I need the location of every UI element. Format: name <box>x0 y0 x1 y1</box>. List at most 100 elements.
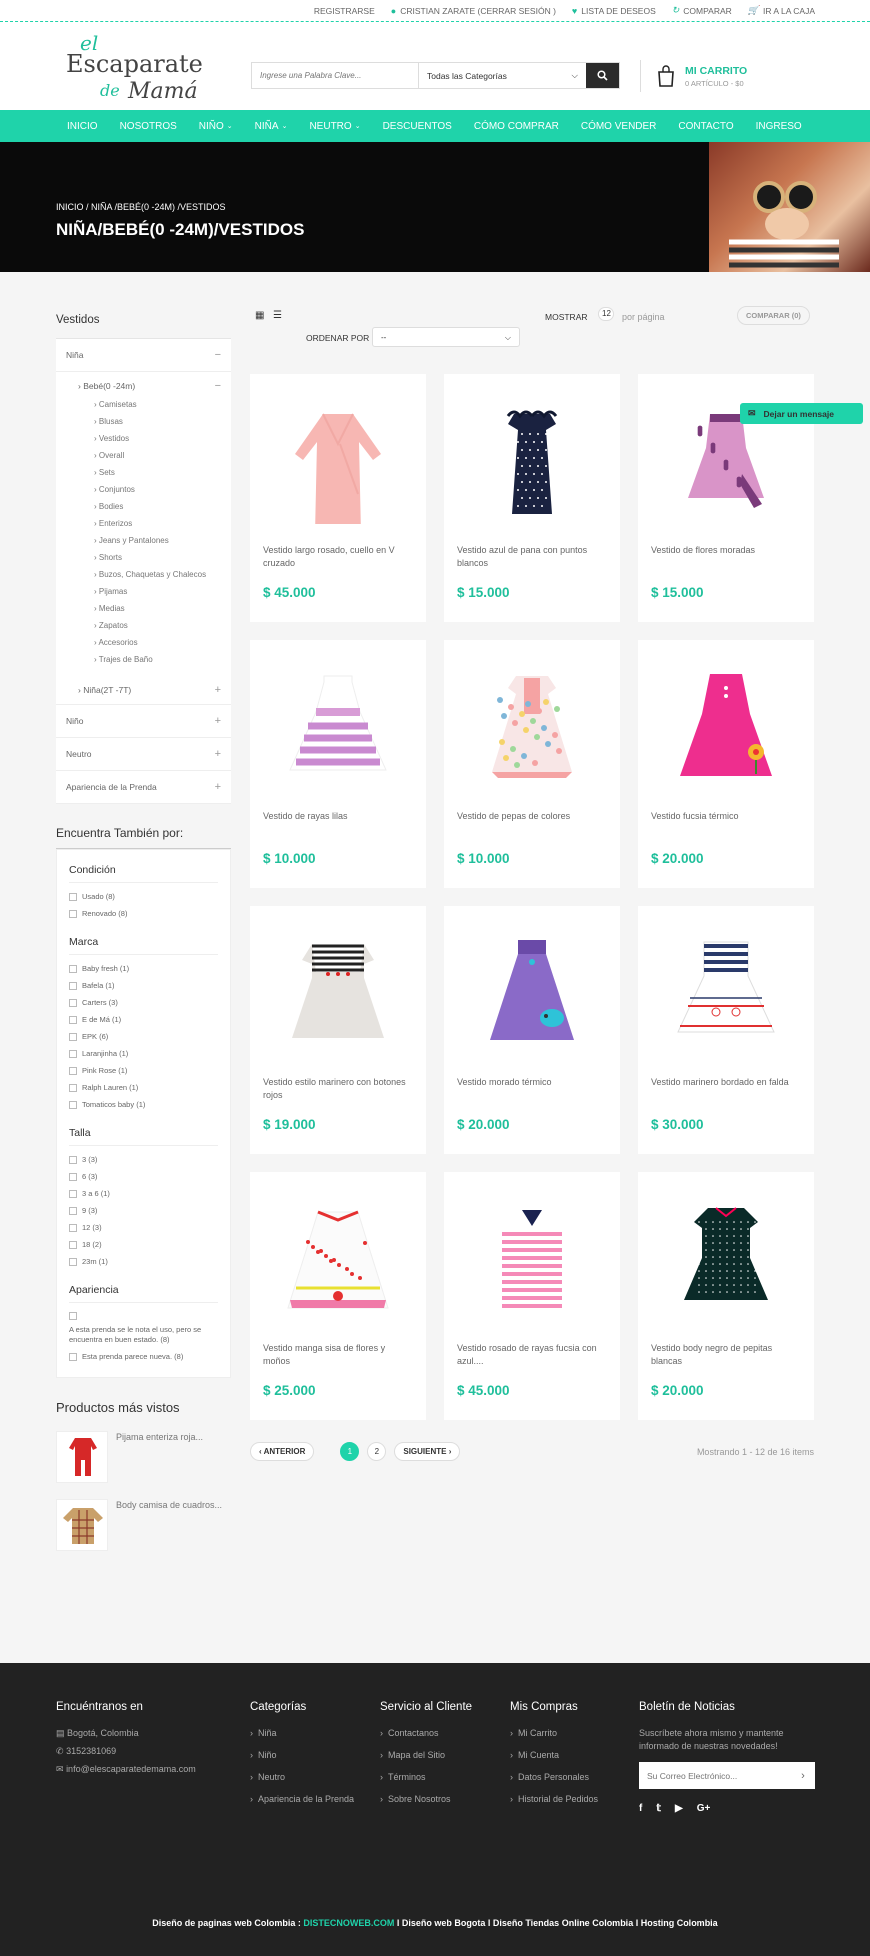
grid-view-icon[interactable]: ▦ <box>255 310 264 321</box>
nav-neutro[interactable]: NEUTRO ⌄ <box>298 110 371 142</box>
footer-link[interactable]: › Datos Personales <box>510 1771 620 1784</box>
arrow-right-icon[interactable]: › <box>791 1762 815 1789</box>
product-name[interactable]: Vestido body negro de pepitas blancas <box>651 1342 801 1370</box>
product-card[interactable]: Vestido largo rosado, cuello en V cruzad… <box>250 374 426 622</box>
checkbox[interactable] <box>69 1258 77 1266</box>
nav-inicio[interactable]: INICIO <box>56 110 109 142</box>
product-card[interactable]: Vestido rosado de rayas fucsia con azul.… <box>444 1172 620 1420</box>
tree-leaf[interactable]: › Blusas <box>56 413 231 430</box>
product-image-plain[interactable] <box>661 660 791 790</box>
footer-link[interactable]: › Niña <box>250 1727 360 1740</box>
next-page-button[interactable]: SIGUIENTE › <box>394 1442 461 1461</box>
nav-niño[interactable]: NIÑO ⌄ <box>188 110 244 142</box>
compare-link[interactable]: ↻ COMPARAR <box>672 5 732 16</box>
viewed-thumb[interactable] <box>56 1431 108 1483</box>
checkbox[interactable] <box>69 910 77 918</box>
product-image[interactable] <box>457 1172 607 1342</box>
plus-icon[interactable]: + <box>215 715 221 727</box>
tree-leaf[interactable]: › Sets <box>56 464 231 481</box>
filter-option[interactable]: Usado (8) <box>69 888 218 905</box>
wishlist-link[interactable]: ♥ LISTA DE DESEOS <box>572 6 656 16</box>
filter-option[interactable]: 23m (1) <box>69 1253 218 1270</box>
minus-icon[interactable]: − <box>215 380 221 392</box>
product-name[interactable]: Vestido rosado de rayas fucsia con azul.… <box>457 1342 607 1370</box>
footer-link[interactable]: › Contactanos <box>380 1727 490 1740</box>
tree-item-other[interactable]: Niño + <box>56 705 231 738</box>
product-image-sailor[interactable] <box>273 926 403 1056</box>
checkbox[interactable] <box>69 1224 77 1232</box>
mini-cart[interactable]: MI CARRITO 0 ARTÍCULO - $0 <box>640 60 747 92</box>
email[interactable]: ✉ info@elescaparatedemama.com <box>56 1763 226 1776</box>
product-image-purple[interactable] <box>467 926 597 1056</box>
twitter-icon[interactable]: 𝕥 <box>656 1803 661 1814</box>
tree-leaf[interactable]: › Accesorios <box>56 634 231 651</box>
product-image-long[interactable] <box>273 394 403 524</box>
filter-option[interactable]: Renovado (8) <box>69 905 218 922</box>
product-name[interactable]: Vestido largo rosado, cuello en V cruzad… <box>263 544 413 572</box>
newsletter-email-input[interactable] <box>639 1762 791 1789</box>
product-image[interactable] <box>651 640 801 810</box>
checkbox[interactable] <box>69 1033 77 1041</box>
tree-item-nina-2t[interactable]: › Niña(2T -7T) + <box>56 676 231 705</box>
product-image-dots[interactable] <box>467 660 597 790</box>
product-image-body[interactable] <box>661 1192 791 1322</box>
footer-link[interactable]: › Mapa del Sitio <box>380 1749 490 1762</box>
filter-option[interactable]: Ralph Lauren (1) <box>69 1079 218 1096</box>
filter-option[interactable]: 6 (3) <box>69 1168 218 1185</box>
product-name[interactable]: Vestido de pepas de colores <box>457 810 607 838</box>
tree-item-other[interactable]: Neutro + <box>56 738 231 771</box>
nav-ingreso[interactable]: INGRESO <box>745 110 813 142</box>
checkbox[interactable] <box>69 982 77 990</box>
product-card[interactable]: Vestido azul de pana con puntos blancos $… <box>444 374 620 622</box>
tree-leaf[interactable]: › Bodies <box>56 498 231 515</box>
nav-niña[interactable]: NIÑA ⌄ <box>244 110 299 142</box>
checkbox[interactable] <box>69 965 77 973</box>
filter-option[interactable]: 18 (2) <box>69 1236 218 1253</box>
plus-icon[interactable]: + <box>215 748 221 760</box>
leave-message-button[interactable]: ✉ Dejar un mensaje <box>740 403 863 424</box>
product-card[interactable]: Vestido morado térmico $ 20.000 <box>444 906 620 1154</box>
product-image[interactable] <box>263 374 413 544</box>
product-name[interactable]: Vestido de rayas lilas <box>263 810 413 838</box>
tree-leaf[interactable]: › Jeans y Pantalones <box>56 532 231 549</box>
product-name[interactable]: Vestido fucsia térmico <box>651 810 801 838</box>
product-image[interactable] <box>457 374 607 544</box>
product-card[interactable]: Vestido manga sisa de flores y moños $ 25… <box>250 1172 426 1420</box>
checkbox[interactable] <box>69 999 77 1007</box>
checkbox[interactable] <box>69 1050 77 1058</box>
product-card[interactable]: Vestido marinero bordado en falda $ 30.00… <box>638 906 814 1154</box>
filter-option[interactable]: Laranjinha (1) <box>69 1045 218 1062</box>
filter-option[interactable]: A esta prenda se le nota el uso, pero se… <box>69 1308 218 1348</box>
filter-option[interactable]: 12 (3) <box>69 1219 218 1236</box>
product-name[interactable]: Vestido azul de pana con puntos blancos <box>457 544 607 572</box>
agency-link[interactable]: DISTECNOWEB.COM <box>303 1918 394 1928</box>
filter-option[interactable]: Carters (3) <box>69 994 218 1011</box>
checkbox[interactable] <box>69 1101 77 1109</box>
site-logo[interactable]: el Escaparate de Mamá <box>66 26 226 104</box>
tree-leaf[interactable]: › Buzos, Chaquetas y Chalecos <box>56 566 231 583</box>
product-image-ruffle[interactable] <box>467 394 597 524</box>
viewed-name[interactable]: Body camisa de cuadros... <box>116 1499 226 1512</box>
checkbox[interactable] <box>69 1190 77 1198</box>
prev-page-button[interactable]: ‹ ANTERIOR <box>250 1442 315 1461</box>
search-input[interactable] <box>252 63 419 88</box>
tree-leaf[interactable]: › Shorts <box>56 549 231 566</box>
tree-leaf[interactable]: › Vestidos <box>56 430 231 447</box>
product-card[interactable]: Vestido fucsia térmico $ 20.000 <box>638 640 814 888</box>
product-image[interactable] <box>263 906 413 1076</box>
search-button[interactable] <box>586 63 619 88</box>
tree-item-nina[interactable]: Niña − <box>56 339 231 372</box>
filter-option[interactable]: Baby fresh (1) <box>69 960 218 977</box>
product-image[interactable] <box>263 640 413 810</box>
viewed-item[interactable]: Pijama enteriza roja... <box>56 1431 231 1483</box>
tree-item-other[interactable]: Apariencia de la Prenda + <box>56 771 231 804</box>
footer-link[interactable]: › Historial de Pedidos <box>510 1793 620 1806</box>
checkbox[interactable] <box>69 893 77 901</box>
checkbox[interactable] <box>69 1067 77 1075</box>
google-plus-icon[interactable]: G+ <box>697 1803 711 1814</box>
nav-descuentos[interactable]: DESCUENTOS <box>372 110 463 142</box>
footer-link[interactable]: › Sobre Nosotros <box>380 1793 490 1806</box>
filter-option[interactable]: Tomaticos baby (1) <box>69 1096 218 1113</box>
plus-icon[interactable]: + <box>215 684 221 696</box>
filter-option[interactable]: 9 (3) <box>69 1202 218 1219</box>
